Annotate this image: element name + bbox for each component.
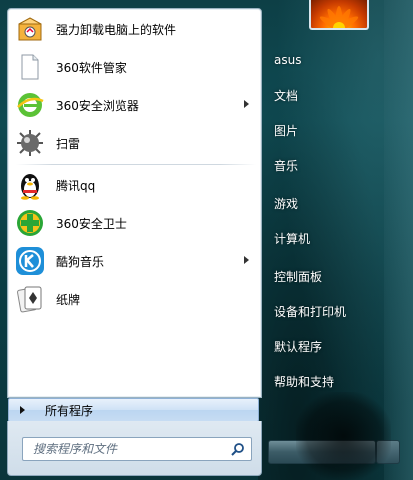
right-item-label: 计算机 — [274, 231, 311, 246]
program-item-minesweeper[interactable]: 扫雷 — [10, 126, 259, 160]
right-item-computer[interactable]: 计算机 — [266, 221, 396, 255]
program-label: 360安全浏览器 — [56, 98, 139, 113]
360-security-plus-icon — [15, 208, 45, 238]
all-programs-label: 所有程序 — [45, 403, 94, 418]
flower-image — [319, 6, 359, 28]
right-item-control-panel[interactable]: 控制面板 — [266, 259, 396, 293]
search-icon[interactable] — [229, 440, 247, 458]
program-label: 酷狗音乐 — [56, 254, 105, 269]
program-item-360-software-manager[interactable]: 360软件管家 — [10, 50, 259, 84]
right-item-label: 游戏 — [274, 196, 299, 211]
shadow-overlay — [296, 392, 391, 480]
right-item-label: 音乐 — [274, 158, 299, 173]
separator — [16, 164, 256, 165]
right-item-default-programs[interactable]: 默认程序 — [266, 329, 396, 363]
submenu-arrow-icon[interactable] — [244, 256, 249, 264]
program-item-360-browser[interactable]: 360安全浏览器 — [10, 88, 259, 122]
program-item-kugou-music[interactable]: 酷狗音乐 — [10, 244, 259, 278]
submenu-arrow-icon[interactable] — [244, 100, 249, 108]
right-item-user-folder[interactable]: asus — [266, 43, 396, 77]
blank-document-icon — [15, 52, 45, 82]
all-programs-button[interactable]: 所有程序 — [8, 398, 259, 422]
right-item-label: 图片 — [274, 123, 299, 138]
right-item-label: 控制面板 — [274, 269, 323, 284]
program-item-360-safe-guard[interactable]: 360安全卫士 — [10, 206, 259, 240]
qq-penguin-icon — [15, 170, 45, 200]
search-area — [7, 421, 262, 476]
search-box — [22, 437, 252, 461]
uninstaller-box-icon — [15, 14, 45, 44]
search-input[interactable] — [31, 441, 225, 457]
expand-arrow-icon — [20, 406, 25, 414]
program-label: 强力卸载电脑上的软件 — [56, 22, 177, 37]
right-item-devices-printers[interactable]: 设备和打印机 — [266, 294, 396, 328]
right-item-label: 帮助和支持 — [274, 374, 335, 389]
user-picture[interactable] — [309, 0, 369, 30]
right-item-music[interactable]: 音乐 — [266, 148, 396, 182]
program-label: 纸牌 — [56, 292, 81, 307]
minesweeper-mine-icon — [15, 128, 45, 158]
program-label: 360软件管家 — [56, 60, 127, 75]
program-label: 360安全卫士 — [56, 216, 127, 231]
program-item-solitaire[interactable]: 纸牌 — [10, 282, 259, 316]
program-item-qq[interactable]: 腾讯qq — [10, 168, 259, 202]
program-item-uninstaller[interactable]: 强力卸载电脑上的软件 — [10, 12, 259, 46]
right-item-label: asus — [274, 53, 302, 67]
right-item-label: 默认程序 — [274, 339, 323, 354]
solitaire-cards-icon — [15, 284, 45, 314]
right-item-label: 文档 — [274, 88, 299, 103]
right-item-documents[interactable]: 文档 — [266, 78, 396, 112]
program-label: 腾讯qq — [56, 178, 96, 193]
right-item-games[interactable]: 游戏 — [266, 186, 396, 220]
right-item-label: 设备和打印机 — [274, 304, 347, 319]
programs-panel: 强力卸载电脑上的软件 360软件管家 360安全浏览器 扫雷 腾讯qq 360安… — [7, 8, 262, 398]
kugou-k-icon — [15, 246, 45, 276]
360-browser-icon — [15, 90, 45, 120]
right-item-pictures[interactable]: 图片 — [266, 113, 396, 147]
program-label: 扫雷 — [56, 136, 81, 151]
